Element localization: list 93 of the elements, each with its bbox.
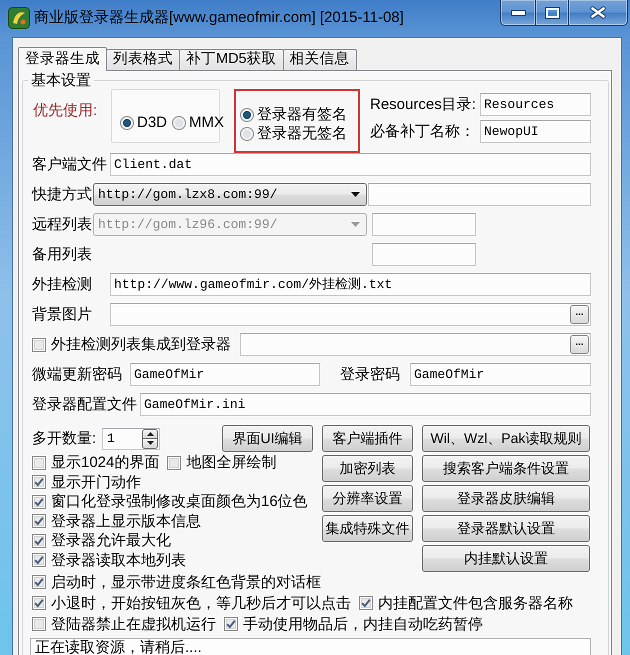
- group-title: 基本设置: [30, 72, 92, 89]
- tool-button[interactable]: 登录器皮肤编辑: [422, 485, 590, 512]
- checkbox-label: 地图全屏绘制: [186, 454, 276, 472]
- minimize-icon: [510, 10, 526, 16]
- up-triangle-icon: [146, 432, 154, 436]
- caret-icon: [351, 192, 360, 197]
- maximize-button[interactable]: [536, 0, 569, 26]
- radio-label: 登录器无签名: [257, 125, 347, 142]
- text-field[interactable]: GameOfMir: [410, 363, 591, 386]
- file-path-field[interactable]: ...: [110, 303, 591, 326]
- checkbox-label: 登录器允许最大化: [51, 532, 171, 550]
- checkbox[interactable]: [32, 456, 46, 470]
- checkbox[interactable]: [32, 617, 46, 631]
- checkbox-label: 外挂检测列表集成到登录器: [51, 336, 231, 353]
- field-label: Resources目录:: [370, 96, 477, 113]
- tool-button[interactable]: 客户端插件: [322, 425, 413, 452]
- tool-button[interactable]: 加密列表: [322, 455, 413, 482]
- checkbox[interactable]: [32, 475, 46, 490]
- checkbox-label: 登录器读取本地列表: [51, 552, 186, 569]
- checkbox-label: 小退时，开始按钮灰色，等几秒后才可以点击: [51, 594, 351, 612]
- tool-button[interactable]: Wil、Wzl、Pak读取规则: [422, 425, 590, 452]
- checkbox[interactable]: [32, 514, 46, 528]
- checkbox-label: 显示1024的界面: [51, 454, 160, 472]
- checkbox[interactable]: [359, 596, 373, 610]
- radio-label: MMX: [189, 114, 224, 131]
- app-logo-icon: [8, 7, 30, 29]
- tool-button[interactable]: 搜索客户端条件设置: [422, 455, 590, 482]
- field-label: 背景图片: [32, 306, 93, 323]
- tool-button[interactable]: 分辨率设置: [322, 485, 413, 512]
- text-field[interactable]: NewopUI: [480, 120, 591, 143]
- status-text-box: 正在读取资源，请稍后....: [30, 638, 591, 655]
- checkbox-label: 显示开门动作: [51, 474, 141, 491]
- browse-button[interactable]: ...: [570, 305, 589, 324]
- checkbox[interactable]: [32, 534, 46, 548]
- tab[interactable]: 列表格式: [106, 49, 180, 70]
- field-label: 多开数量:: [32, 430, 98, 447]
- tab[interactable]: 登录器生成: [18, 47, 107, 71]
- text-field[interactable]: [372, 243, 476, 266]
- field-label: 登录器配置文件: [32, 396, 138, 413]
- checkbox-label: 手动使用物品后，内挂自动吃药暂停: [243, 616, 483, 632]
- checkbox[interactable]: [32, 553, 46, 568]
- browse-button[interactable]: ...: [570, 335, 589, 354]
- text-field[interactable]: http://www.gameofmir.com/外挂检测.txt: [110, 273, 591, 296]
- field-label: 登录密码: [340, 366, 401, 383]
- field-label: 外挂检测: [32, 276, 93, 293]
- checkbox-label: 内挂配置文件包含服务器名称: [378, 594, 573, 612]
- field-label: 客户端文件: [32, 156, 108, 173]
- checkbox-label: 登陆器禁止在虚拟机运行: [51, 616, 216, 632]
- field-label: 备用列表: [32, 246, 93, 263]
- url-dropdown[interactable]: http://gom.lzx8.com:99/: [93, 183, 367, 206]
- tab[interactable]: 补丁MD5获取: [179, 49, 284, 70]
- number-spin-field[interactable]: 1: [102, 428, 160, 450]
- radio-label: D3D: [137, 114, 168, 131]
- field-label: 远程列表: [32, 216, 93, 233]
- checkbox[interactable]: [32, 494, 46, 509]
- radio-button[interactable]: [120, 116, 134, 130]
- spin-up-button[interactable]: [142, 428, 158, 438]
- tool-button[interactable]: 内挂默认设置: [422, 545, 590, 572]
- caret-icon: [351, 222, 360, 227]
- close-icon: [590, 6, 606, 19]
- ui-edit-button[interactable]: 界面UI编辑: [222, 425, 313, 452]
- checkbox-label: 登录器上显示版本信息: [51, 512, 201, 530]
- checkbox[interactable]: [32, 596, 46, 610]
- checkbox-label: 窗口化登录强制修改桌面颜色为16位色: [51, 493, 308, 510]
- maximize-icon: [544, 6, 560, 18]
- field-label: 必备补丁名称：: [370, 123, 476, 140]
- down-triangle-icon: [146, 441, 154, 445]
- tool-button[interactable]: 登录器默认设置: [422, 515, 590, 542]
- text-field[interactable]: GameOfMir: [130, 363, 320, 386]
- text-field[interactable]: [372, 213, 476, 236]
- field-label: 优先使用:: [32, 102, 98, 119]
- text-field[interactable]: Resources: [480, 93, 591, 116]
- radio-label: 登录器有签名: [257, 106, 347, 123]
- minimize-button[interactable]: [500, 0, 536, 26]
- checkbox[interactable]: [224, 617, 238, 631]
- radio-button[interactable]: [172, 116, 186, 130]
- checkbox-label: 启动时，显示带进度条红色背景的对话框: [51, 574, 321, 590]
- file-path-field[interactable]: ...: [240, 333, 591, 356]
- text-field[interactable]: Client.dat: [110, 153, 591, 176]
- window-title: 商业版登录器生成器[www.gameofmir.com] [2015-11-08]: [34, 9, 404, 27]
- tool-button[interactable]: 集成特殊文件: [322, 515, 413, 542]
- spin-down-button[interactable]: [142, 438, 158, 448]
- field-label: 微端更新密码: [32, 366, 123, 383]
- close-button[interactable]: [569, 0, 628, 26]
- radio-button[interactable]: [240, 126, 254, 140]
- checkbox[interactable]: [32, 575, 46, 589]
- checkbox[interactable]: [32, 338, 46, 352]
- field-label: 快捷方式: [32, 186, 93, 203]
- tab[interactable]: 相关信息: [282, 49, 357, 70]
- text-field[interactable]: [368, 183, 591, 206]
- radio-button[interactable]: [240, 108, 254, 122]
- checkbox[interactable]: [167, 456, 182, 470]
- text-field[interactable]: GameOfMir.ini: [140, 393, 591, 416]
